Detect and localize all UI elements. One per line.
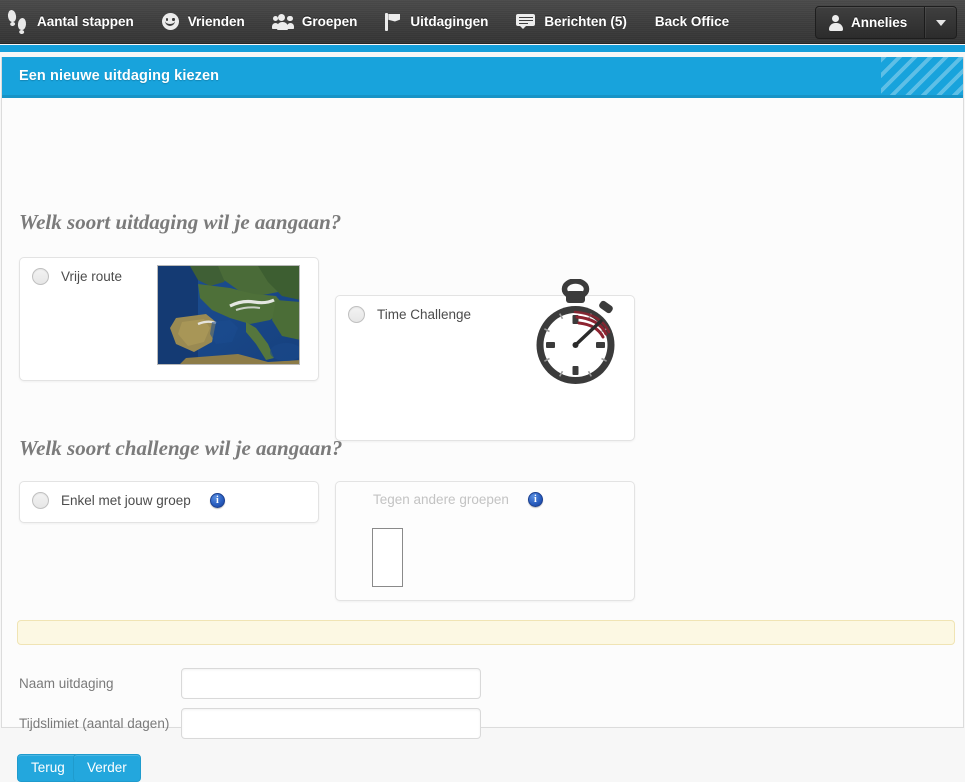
- top-navbar: Aantal stappen Vrienden Groepen Uitdagin…: [0, 0, 965, 44]
- option-label: Vrije route: [61, 269, 123, 284]
- info-icon[interactable]: i: [209, 493, 225, 508]
- chevron-down-icon: [935, 19, 946, 26]
- form-row-naam-uitdaging: Naam uitdaging: [19, 668, 619, 702]
- person-icon: [828, 14, 843, 31]
- option-card-enkel-met-jouw-groep[interactable]: Enkel met jouw groep i: [19, 481, 319, 523]
- page-title: Een nieuwe uitdaging kiezen: [19, 68, 220, 84]
- section-heading-uitdaging: Welk soort uitdaging wil je aangaan?: [19, 210, 342, 234]
- radio-time-challenge[interactable]: [348, 306, 365, 323]
- nav-label: Vrienden: [187, 13, 245, 29]
- form-row-tijdslimiet: Tijdslimiet (aantal dagen): [19, 708, 619, 742]
- nav-label: Back Office: [654, 13, 730, 29]
- panel-header: Een nieuwe uitdaging kiezen: [2, 57, 963, 95]
- nav-label: Uitdagingen: [410, 13, 489, 29]
- navbar-accent-strip: [0, 45, 965, 52]
- radio-vrije-route[interactable]: [32, 268, 49, 285]
- nav-item-groepen[interactable]: Groepen: [259, 0, 372, 44]
- user-name-label: Annelies: [851, 15, 908, 30]
- group-select-box[interactable]: [372, 528, 403, 587]
- back-button[interactable]: Terug: [17, 754, 79, 782]
- info-icon[interactable]: i: [527, 492, 543, 507]
- option-row: Tegen andere groepen i: [373, 492, 543, 507]
- nav-item-berichten[interactable]: Berichten (5): [502, 0, 641, 44]
- nav-label: Groepen: [301, 13, 358, 29]
- user-menu-toggle[interactable]: [924, 7, 956, 38]
- stopwatch-illustration: [525, 278, 626, 389]
- option-row: Vrije route: [32, 268, 122, 285]
- radio-enkel-met-jouw-groep[interactable]: [32, 492, 49, 509]
- group-icon: [271, 13, 294, 30]
- diagonal-stripes-decoration: [881, 57, 963, 95]
- footsteps-icon: [7, 9, 28, 34]
- user-menu-button[interactable]: Annelies: [816, 7, 924, 38]
- field-label-naam-uitdaging: Naam uitdaging: [19, 676, 114, 691]
- nav-item-back-office[interactable]: Back Office: [641, 0, 743, 44]
- option-row: Enkel met jouw groep i: [32, 492, 225, 509]
- option-label: Enkel met jouw groep: [61, 493, 191, 508]
- europe-satellite-map-thumbnail: [157, 265, 300, 365]
- next-button[interactable]: Verder: [73, 754, 141, 782]
- section-heading-challenge: Welk soort challenge wil je aangaan?: [19, 436, 343, 460]
- nav-item-vrienden[interactable]: Vrienden: [148, 0, 259, 44]
- tijdslimiet-input[interactable]: [181, 708, 481, 739]
- option-label: Time Challenge: [377, 307, 472, 322]
- nav-label: Aantal stappen: [37, 13, 134, 29]
- user-menu[interactable]: Annelies: [815, 6, 957, 39]
- flag-icon: [385, 12, 401, 31]
- nav-item-aantal-stappen[interactable]: Aantal stappen: [0, 0, 148, 44]
- nav-label: Berichten (5): [544, 13, 627, 29]
- nav-item-uitdagingen[interactable]: Uitdagingen: [371, 0, 502, 44]
- status-alert: [17, 620, 955, 645]
- naam-uitdaging-input[interactable]: [181, 668, 481, 699]
- option-row: Time Challenge: [348, 306, 471, 323]
- smiley-icon: [161, 13, 179, 30]
- message-icon: [516, 14, 536, 29]
- option-label: Tegen andere groepen: [373, 492, 509, 507]
- panel-body: Welk soort uitdaging wil je aangaan? Vri…: [2, 98, 963, 782]
- challenge-panel: Een nieuwe uitdaging kiezen Welk soort u…: [1, 57, 964, 782]
